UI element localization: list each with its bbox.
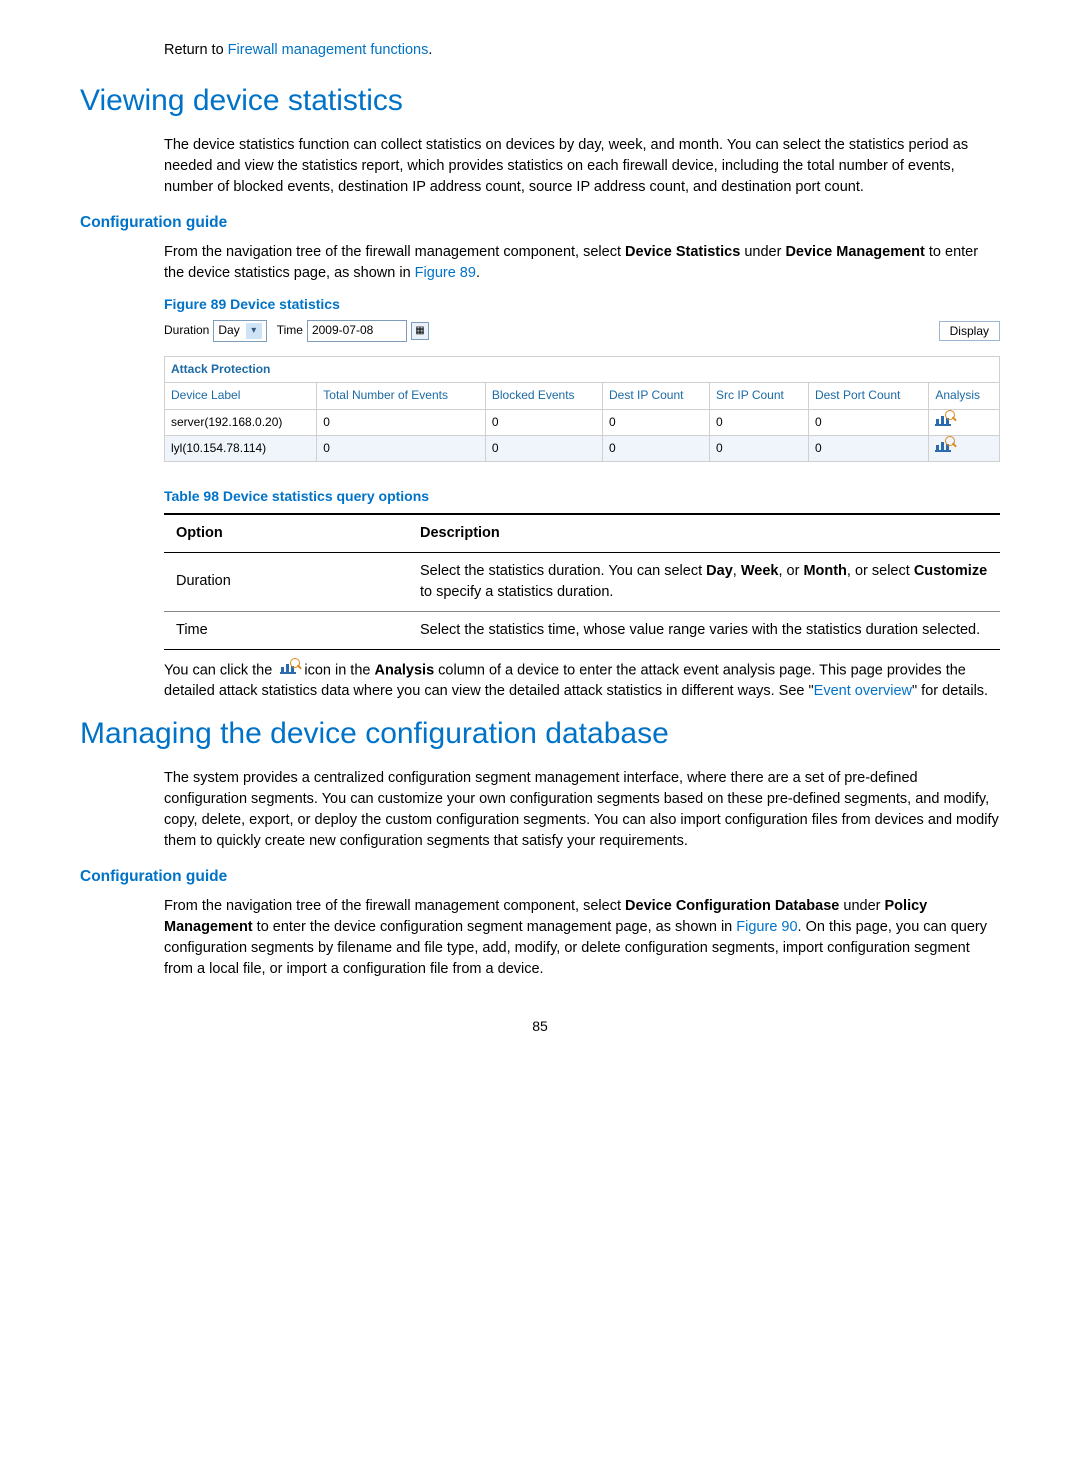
col-analysis: Analysis: [929, 383, 1000, 409]
calendar-icon[interactable]: ▦: [411, 322, 429, 340]
analysis-chart-icon: [935, 414, 951, 426]
cell-analysis[interactable]: [929, 409, 1000, 435]
opt-time: Time: [164, 611, 408, 649]
col-total-events: Total Number of Events: [317, 383, 486, 409]
cell-device-label: server(192.168.0.20): [165, 409, 317, 435]
section2-para: The system provides a centralized config…: [164, 768, 1000, 852]
bold-device-management: Device Management: [785, 244, 924, 260]
page-number: 85: [80, 1016, 1000, 1036]
event-overview-link[interactable]: Event overview: [814, 683, 912, 699]
duration-value: Day: [218, 322, 239, 339]
duration-label: Duration: [164, 322, 209, 339]
col-description: Description: [408, 514, 1000, 553]
bold-customize: Customize: [914, 563, 987, 579]
table-row: Duration Select the statistics duration.…: [164, 552, 1000, 611]
table-header-row: Option Description: [164, 514, 1000, 553]
chevron-down-icon: ▾: [246, 323, 262, 339]
col-src-ip: Src IP Count: [710, 383, 809, 409]
txt: to specify a statistics duration.: [420, 584, 613, 600]
opt-duration: Duration: [164, 552, 408, 611]
txt: " for details.: [912, 683, 988, 699]
txt: .: [476, 265, 480, 281]
display-button[interactable]: Display: [939, 321, 1000, 341]
cell: 0: [317, 435, 486, 461]
heading-managing-db: Managing the device configuration databa…: [80, 712, 1000, 756]
analysis-chart-icon-inline: [280, 660, 296, 681]
txt: under: [839, 898, 884, 914]
cell-device-label: lyl(10.154.78.114): [165, 435, 317, 461]
table-row: server(192.168.0.20) 0 0 0 0 0: [165, 409, 1000, 435]
col-dest-port: Dest Port Count: [808, 383, 928, 409]
table-header-row: Device Label Total Number of Events Bloc…: [165, 383, 1000, 409]
txt: icon in the: [304, 662, 374, 678]
return-line: Return to Firewall management functions.: [164, 40, 1000, 61]
bold-week: Week: [741, 563, 779, 579]
cell: 0: [808, 435, 928, 461]
figure89-caption: Figure 89 Device statistics: [164, 294, 1000, 314]
cell: 0: [602, 409, 709, 435]
txt: , or select: [847, 563, 914, 579]
col-option: Option: [164, 514, 408, 553]
cell: 0: [808, 409, 928, 435]
section2-para2: From the navigation tree of the firewall…: [164, 896, 1000, 980]
txt: to enter the device configuration segmen…: [253, 919, 737, 935]
figure89: Duration Day ▾ Time 2009-07-08 ▦ Display…: [164, 320, 1000, 462]
time-label: Time: [277, 322, 303, 339]
heading-viewing-stats: Viewing device statistics: [80, 79, 1000, 123]
time-input[interactable]: 2009-07-08: [307, 320, 407, 341]
bold-analysis: Analysis: [374, 662, 434, 678]
txt: From the navigation tree of the firewall…: [164, 898, 625, 914]
table-row: lyl(10.154.78.114) 0 0 0 0 0: [165, 435, 1000, 461]
txt: You can click the: [164, 662, 276, 678]
attack-protection-title: Attack Protection: [164, 356, 1000, 382]
col-dest-ip: Dest IP Count: [602, 383, 709, 409]
return-prefix: Return to: [164, 42, 228, 58]
bold-device-statistics: Device Statistics: [625, 244, 740, 260]
col-blocked-events: Blocked Events: [485, 383, 602, 409]
col-device-label: Device Label: [165, 383, 317, 409]
txt: ,: [733, 563, 741, 579]
analysis-chart-icon: [935, 440, 951, 452]
return-suffix: .: [428, 42, 432, 58]
intro-para-1: The device statistics function can colle…: [164, 135, 1000, 198]
bold-day: Day: [706, 563, 733, 579]
cell-analysis[interactable]: [929, 435, 1000, 461]
device-stats-table: Device Label Total Number of Events Bloc…: [164, 382, 1000, 462]
txt: Select the statistics duration. You can …: [420, 563, 706, 579]
bold-month: Month: [803, 563, 846, 579]
figure90-link[interactable]: Figure 90: [736, 919, 797, 935]
figure89-link[interactable]: Figure 89: [415, 265, 476, 281]
txt: From the navigation tree of the firewall…: [164, 244, 625, 260]
cell: 0: [317, 409, 486, 435]
txt: under: [740, 244, 785, 260]
after-table-para: You can click the icon in the Analysis c…: [164, 660, 1000, 702]
return-link[interactable]: Firewall management functions: [228, 42, 429, 58]
figure-toolbar: Duration Day ▾ Time 2009-07-08 ▦ Display: [164, 320, 1000, 341]
table98: Option Description Duration Select the s…: [164, 513, 1000, 650]
table98-wrap: Option Description Duration Select the s…: [164, 513, 1000, 650]
config-guide-heading-1: Configuration guide: [80, 212, 1000, 234]
desc-time: Select the statistics time, whose value …: [408, 611, 1000, 649]
cell: 0: [485, 409, 602, 435]
cell: 0: [485, 435, 602, 461]
desc-duration: Select the statistics duration. You can …: [408, 552, 1000, 611]
cell: 0: [710, 409, 809, 435]
table-row: Time Select the statistics time, whose v…: [164, 611, 1000, 649]
cell: 0: [710, 435, 809, 461]
txt: , or: [778, 563, 803, 579]
table98-caption: Table 98 Device statistics query options: [164, 486, 1000, 506]
config-guide-heading-2: Configuration guide: [80, 866, 1000, 888]
config-guide-para-1: From the navigation tree of the firewall…: [164, 242, 1000, 284]
duration-select[interactable]: Day ▾: [213, 320, 266, 341]
cell: 0: [602, 435, 709, 461]
bold-device-config-db: Device Configuration Database: [625, 898, 839, 914]
